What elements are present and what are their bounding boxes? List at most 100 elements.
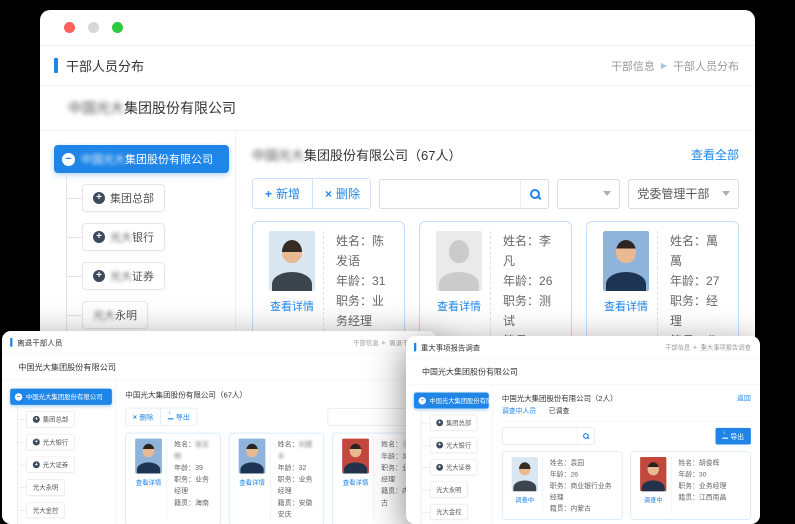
tree-node[interactable]: 光大永明 bbox=[430, 482, 468, 498]
maximize-window-button[interactable] bbox=[112, 22, 123, 33]
expand-icon[interactable]: + bbox=[33, 439, 40, 446]
add-button[interactable]: +新增 bbox=[253, 179, 312, 208]
tree-node[interactable]: 光大金控 bbox=[26, 502, 64, 518]
expand-icon[interactable]: + bbox=[436, 442, 443, 449]
chevron-down-icon bbox=[722, 191, 730, 196]
x-icon: × bbox=[325, 187, 332, 201]
tree-root-node[interactable]: − 中国光大集团股份有限公司 bbox=[10, 389, 112, 405]
person-photo bbox=[342, 439, 369, 474]
investigating-link[interactable]: 调查中 bbox=[507, 495, 542, 504]
field-label: 职务： bbox=[503, 294, 539, 308]
tree-root-redacted: 中国光大 bbox=[81, 154, 125, 166]
company-title: 中国光大集团股份有限公司 bbox=[2, 354, 437, 380]
export-button[interactable]: 导出 bbox=[160, 408, 197, 425]
content-company-redacted: 中国光大 bbox=[252, 148, 304, 163]
tab-investigated[interactable]: 已调查 bbox=[549, 406, 570, 416]
breadcrumb-parent[interactable]: 干部信息 bbox=[665, 343, 690, 352]
search-input[interactable] bbox=[380, 180, 520, 208]
search-input[interactable] bbox=[502, 428, 576, 444]
field-label: 籍贯： bbox=[381, 487, 402, 495]
person-photo bbox=[640, 457, 666, 491]
view-detail-link[interactable]: 查看详情 bbox=[131, 478, 167, 487]
tree-node[interactable]: +光大证券 bbox=[430, 459, 477, 475]
export-button[interactable]: 导出 bbox=[715, 428, 750, 445]
tree-node-label: 银行 bbox=[132, 232, 154, 244]
expand-icon[interactable]: + bbox=[436, 419, 443, 426]
person-age: 26 bbox=[570, 470, 578, 478]
field-label: 职务： bbox=[381, 464, 402, 472]
x-icon: × bbox=[133, 413, 137, 421]
action-button-group: ×删除 导出 bbox=[125, 408, 197, 426]
tree-node[interactable]: +集团总部 bbox=[26, 411, 74, 427]
tree-node[interactable]: +集团总部 bbox=[430, 415, 477, 431]
search-button[interactable] bbox=[577, 428, 594, 444]
tree-node[interactable]: +光大证券 bbox=[26, 457, 74, 473]
field-label: 姓名： bbox=[503, 234, 539, 248]
tree-node[interactable]: 光大金控 bbox=[430, 504, 468, 520]
content-company-name: 中国光大集团股份有限公司 bbox=[502, 394, 591, 403]
person-photo-placeholder bbox=[436, 231, 482, 291]
minimize-window-button[interactable] bbox=[88, 22, 99, 33]
expand-icon[interactable]: + bbox=[33, 461, 40, 468]
view-detail-link[interactable]: 查看详情 bbox=[595, 298, 657, 314]
expand-icon[interactable]: + bbox=[93, 231, 105, 243]
search-input[interactable] bbox=[328, 409, 409, 425]
collapse-icon[interactable]: − bbox=[419, 397, 426, 404]
field-label: 姓名： bbox=[550, 459, 571, 467]
category-select[interactable]: 党委管理干部 bbox=[628, 179, 739, 209]
collapse-icon[interactable]: − bbox=[15, 393, 23, 401]
tree-node-label: 光大永明 bbox=[33, 483, 59, 492]
tab-under-investigation[interactable]: 调查中人员 bbox=[502, 406, 536, 416]
person-name: 胡俊辉 bbox=[699, 459, 720, 467]
content-company-name: 集团股份有限公司 bbox=[304, 148, 408, 163]
person-hometown: 内蒙古 bbox=[570, 504, 591, 512]
view-detail-link[interactable]: 查看详情 bbox=[428, 298, 490, 314]
field-label: 职务： bbox=[336, 294, 372, 308]
tree-node[interactable]: +光大银行 bbox=[26, 434, 74, 450]
close-window-button[interactable] bbox=[64, 22, 75, 33]
delete-button[interactable]: ×删除 bbox=[126, 408, 160, 425]
major-matters-investigation-window: 重大事项报告调查 干部信息 ▶ 重大事项报告调查 中国光大集团股份有限公司 − … bbox=[406, 336, 760, 524]
view-all-link[interactable]: 查看全部 bbox=[691, 146, 739, 163]
field-label: 年龄： bbox=[278, 464, 299, 472]
tree-node-label: 永明 bbox=[115, 310, 137, 322]
breadcrumb-parent[interactable]: 干部信息 bbox=[611, 58, 655, 74]
person-age: 27 bbox=[706, 274, 719, 288]
expand-icon[interactable]: + bbox=[93, 192, 105, 204]
tree-node-label: 光大证券 bbox=[446, 463, 471, 472]
expand-icon[interactable]: + bbox=[93, 270, 105, 282]
breadcrumb-parent[interactable]: 干部信息 bbox=[353, 338, 379, 347]
investigating-link[interactable]: 调查中 bbox=[636, 495, 671, 504]
expand-icon[interactable]: + bbox=[33, 416, 40, 423]
field-label: 姓名： bbox=[336, 234, 372, 248]
tree-node-label: 集团总部 bbox=[110, 190, 154, 206]
main-window: 干部人员分布 干部信息 ▶ 干部人员分布 中国光大集团股份有限公司 − 中国光大… bbox=[40, 10, 755, 355]
view-detail-link[interactable]: 查看详情 bbox=[338, 478, 374, 487]
company-title: 中国光大集团股份有限公司 bbox=[406, 359, 760, 385]
tree-node-securities[interactable]: +光大证券 bbox=[82, 262, 165, 290]
view-detail-link[interactable]: 查看详情 bbox=[234, 478, 270, 487]
download-icon bbox=[168, 414, 174, 419]
tree-node-bank[interactable]: +光大银行 bbox=[82, 223, 165, 251]
breadcrumb-current: 重大事项报告调查 bbox=[701, 343, 751, 352]
tree-node[interactable]: 光大永明 bbox=[26, 479, 64, 495]
tree-node[interactable]: +光大银行 bbox=[430, 437, 477, 453]
collapse-icon[interactable]: − bbox=[62, 153, 75, 166]
person-card-grid: 调查中 姓名：袁园 年龄：26 职务：商业银行业务经理 籍贯：内蒙古 调查中 姓… bbox=[502, 451, 751, 520]
company-name: 集团股份有限公司 bbox=[124, 100, 236, 116]
search-button[interactable] bbox=[520, 180, 548, 208]
back-link[interactable]: 返回 bbox=[737, 393, 751, 403]
tree-root-node[interactable]: − 中国光大集团股份有限公司 bbox=[54, 145, 229, 173]
field-label: 年龄： bbox=[174, 464, 195, 472]
expand-icon[interactable]: + bbox=[436, 464, 443, 471]
delete-button[interactable]: ×删除 bbox=[312, 179, 371, 208]
filter-select-empty[interactable] bbox=[557, 179, 620, 209]
search-icon bbox=[583, 433, 589, 439]
breadcrumb-arrow-icon: ▶ bbox=[382, 340, 386, 345]
title-accent-bar bbox=[54, 58, 58, 73]
tree-root-node[interactable]: − 中国光大集团股份有限公司 bbox=[414, 393, 489, 409]
tree-node-yongming[interactable]: 光大永明 bbox=[82, 301, 148, 329]
person-card: 调查中 姓名：胡俊辉 年龄：30 职务：业务经理 籍贯：江西南昌 bbox=[630, 451, 750, 520]
view-detail-link[interactable]: 查看详情 bbox=[261, 298, 323, 314]
tree-node-group-hq[interactable]: + 集团总部 bbox=[82, 184, 165, 212]
